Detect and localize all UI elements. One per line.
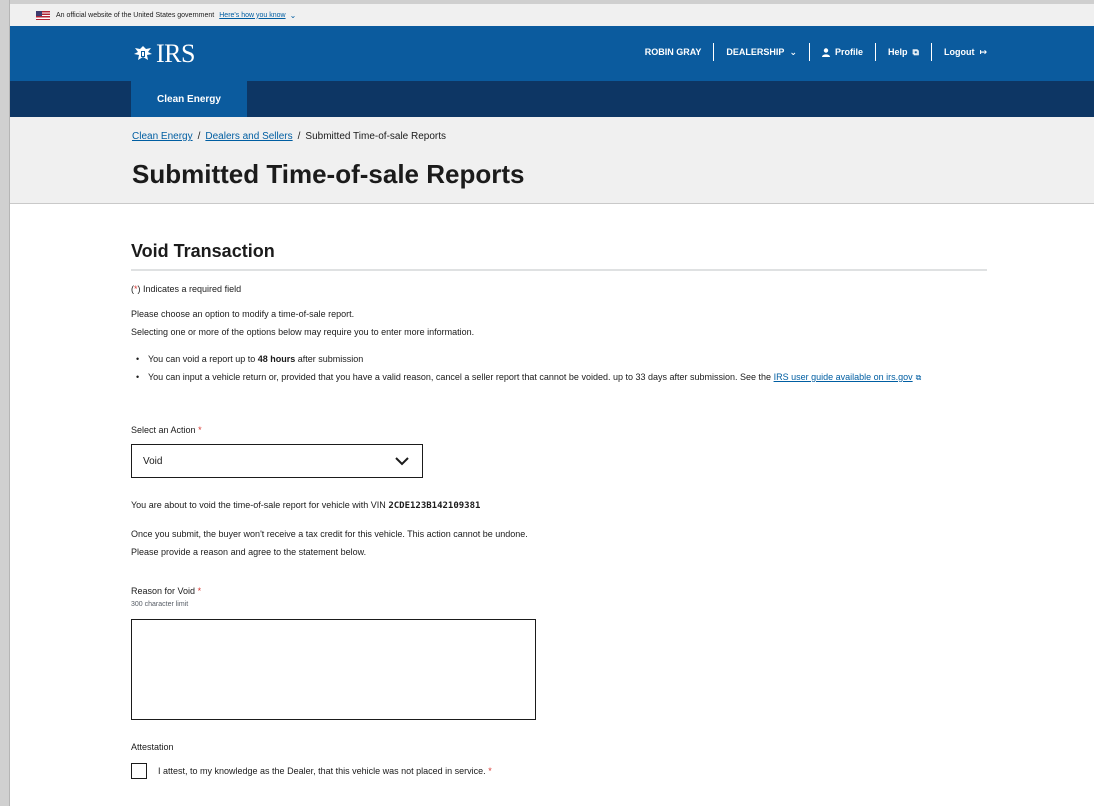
profile-link[interactable]: Profile [821, 47, 863, 57]
vin-message-text: You are about to void the time-of-sale r… [131, 500, 389, 510]
breadcrumb-separator: / [197, 131, 201, 142]
heres-how-you-know-link[interactable]: Here's how you know [219, 12, 285, 19]
select-action-label-text: Select an Action [131, 425, 196, 435]
attestation-label: Attestation [131, 742, 174, 752]
character-limit-hint: 300 character limit [131, 601, 189, 608]
info-list: You can void a report up to 48 hours aft… [131, 350, 991, 387]
warning-text-2: Please provide a reason and agree to the… [131, 547, 367, 557]
list-item: You can void a report up to 48 hours aft… [131, 350, 991, 368]
profile-label: Profile [834, 47, 863, 57]
required-note-close: ) Indicates a required field [137, 284, 242, 294]
dealership-label: DEALERSHIP [726, 47, 785, 57]
select-action-dropdown[interactable]: Void [131, 444, 423, 478]
gov-banner-text: An official website of the United States… [56, 11, 215, 19]
select-action-label: Select an Action * [131, 425, 202, 435]
person-icon [821, 47, 830, 57]
bullet1-post: after submission [295, 354, 364, 364]
top-navigation: ROBIN GRAY DEALERSHIP ⌄ Profile Help ⧉ L… [645, 43, 987, 61]
attestation-statement: I attest, to my knowledge as the Dealer,… [158, 766, 492, 776]
section-divider [131, 269, 987, 271]
logout-link[interactable]: Logout ↦ [944, 47, 987, 58]
breadcrumb-clean-energy[interactable]: Clean Energy [132, 131, 193, 142]
intro-text-2: Selecting one or more of the options bel… [131, 327, 475, 337]
breadcrumb: Clean Energy / Dealers and Sellers / Submitt… [132, 131, 446, 142]
required-asterisk: * [197, 586, 202, 596]
help-label: Help [888, 47, 908, 57]
breadcrumb-separator: / [297, 131, 301, 142]
breadcrumb-dealers-and-sellers[interactable]: Dealers and Sellers [205, 131, 292, 142]
us-flag-icon [36, 10, 50, 20]
vin-message: You are about to void the time-of-sale r… [131, 500, 480, 511]
vin-number: 2CDE123B142109381 [388, 501, 481, 511]
logout-label: Logout [943, 47, 975, 57]
logout-icon: ↦ [979, 46, 987, 57]
help-link[interactable]: Help ⧉ [888, 47, 919, 58]
nav-divider [930, 43, 932, 61]
user-name: ROBIN GRAY [644, 47, 702, 57]
attestation-text: I attest, to my knowledge as the Dealer,… [158, 766, 486, 776]
attestation-checkbox[interactable] [131, 763, 147, 779]
gov-banner: An official website of the United States… [10, 4, 1094, 26]
irs-user-guide-link[interactable]: IRS user guide available on irs.gov [774, 372, 913, 382]
breadcrumb-current: Submitted Time-of-sale Reports [305, 131, 447, 142]
reason-label: Reason for Void * [131, 586, 201, 596]
site-header: IRS ROBIN GRAY DEALERSHIP ⌄ Profile Help… [10, 26, 1094, 81]
select-action-value: Void [143, 455, 163, 467]
reason-label-text: Reason for Void [131, 586, 196, 596]
external-link-icon: ⧉ [915, 373, 922, 382]
page-title: Submitted Time-of-sale Reports [132, 159, 525, 189]
list-item: You can input a vehicle return or, provi… [131, 368, 991, 387]
bullet2-text: You can input a vehicle return or, provi… [148, 372, 774, 382]
logo-text: IRS [156, 39, 195, 68]
warning-text-1: Once you submit, the buyer won't receive… [131, 529, 528, 539]
nav-divider [808, 43, 810, 61]
required-asterisk: * [488, 766, 492, 776]
irs-eagle-icon [134, 46, 152, 60]
bullet1-bold: 48 hours [257, 354, 296, 364]
required-field-note: (*) Indicates a required field [131, 284, 241, 294]
secondary-navigation: Clean Energy [10, 81, 1094, 117]
chevron-down-icon: ⌄ [789, 46, 797, 57]
external-link-icon: ⧉ [912, 46, 919, 57]
nav-divider [875, 43, 876, 61]
chevron-down-icon[interactable]: ⌄ [290, 11, 297, 20]
required-asterisk: * [198, 425, 202, 435]
chevron-down-icon [395, 457, 409, 466]
intro-text-1: Please choose an option to modify a time… [131, 309, 355, 319]
reason-textarea[interactable] [131, 619, 536, 720]
tab-clean-energy[interactable]: Clean Energy [131, 81, 247, 117]
irs-logo[interactable]: IRS [132, 39, 195, 69]
window-frame-left [0, 0, 10, 806]
page-header: Clean Energy / Dealers and Sellers / Submitt… [10, 117, 1094, 204]
dealership-menu[interactable]: DEALERSHIP ⌄ [726, 47, 797, 58]
bullet1-pre: You can void a report up to [148, 354, 258, 364]
nav-divider [713, 43, 715, 61]
section-title: Void Transaction [131, 241, 275, 261]
